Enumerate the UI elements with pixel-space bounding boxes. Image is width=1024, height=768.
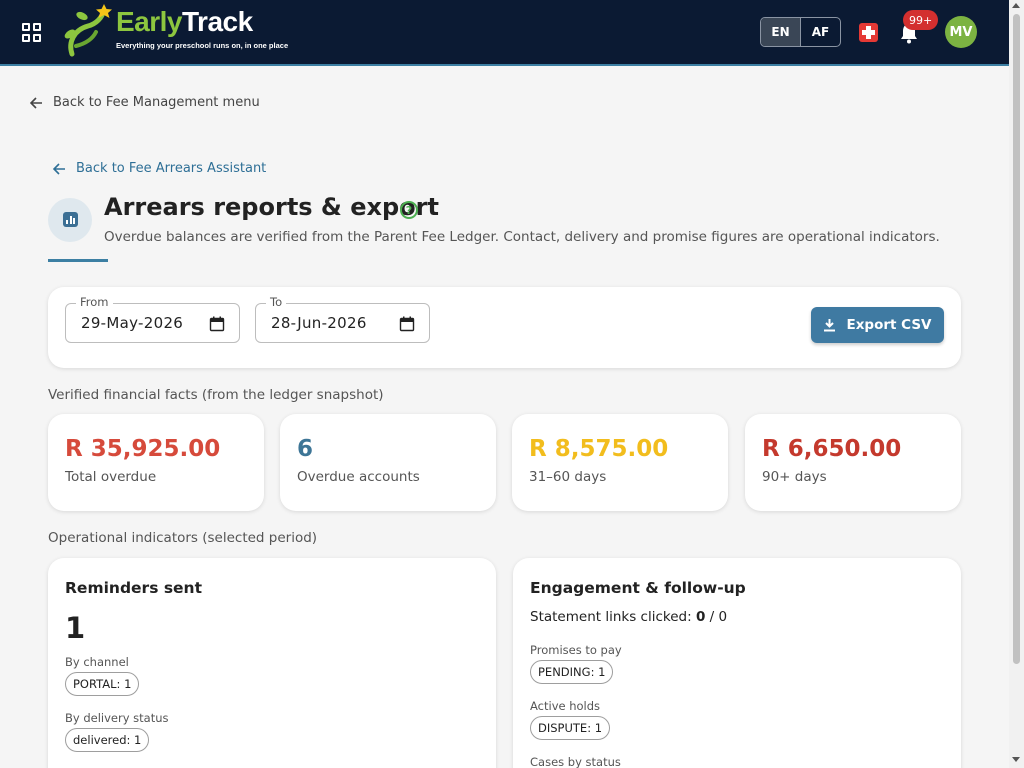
stat-label: 31–60 days: [529, 469, 607, 485]
arrow-left-icon: [53, 162, 65, 175]
logo-tagline: Everything your preschool runs on, in on…: [116, 41, 289, 50]
delivery-status-chip: delivered: 1: [65, 728, 150, 752]
stat-card-overdue-accounts: 6 Overdue accounts: [280, 414, 496, 511]
logo-word-track: Track: [182, 6, 253, 37]
from-date-field[interactable]: From 29-May-2026: [65, 295, 240, 343]
first-aid-icon[interactable]: [859, 23, 878, 42]
promises-label: Promises to pay: [530, 643, 622, 657]
logo-word-early: Early: [116, 6, 183, 37]
back-to-arrears-assistant-label: Back to Fee Arrears Assistant: [76, 161, 267, 176]
top-app-bar: EarlyTrack Everything your preschool run…: [0, 0, 1009, 66]
active-holds-label: Active holds: [530, 699, 601, 713]
stat-value: R 6,650.00: [762, 436, 902, 462]
operational-section-label: Operational indicators (selected period): [48, 530, 318, 546]
apps-grid-icon[interactable]: [22, 23, 41, 42]
page-title: Arrears reports & export: [104, 193, 439, 221]
calendar-icon[interactable]: [209, 316, 225, 332]
back-to-fee-management-link[interactable]: Back to Fee Management menu: [30, 95, 260, 110]
notification-count-badge: 99+: [903, 10, 939, 30]
export-csv-button[interactable]: Export CSV: [811, 307, 944, 343]
scroll-thumb[interactable]: [1013, 14, 1020, 664]
stat-label: 90+ days: [762, 469, 827, 485]
report-chart-icon: [48, 198, 92, 242]
from-date-label: From: [76, 295, 113, 309]
to-date-label: To: [266, 295, 287, 309]
export-csv-label: Export CSV: [846, 317, 932, 333]
promises-chip: PENDING: 1: [530, 660, 614, 684]
statement-links-line: Statement links clicked: 0 / 0: [530, 609, 727, 625]
cases-by-status-label: Cases by status: [530, 755, 621, 768]
statement-links-clicked: 0: [695, 609, 706, 625]
from-date-value: 29-May-2026: [81, 314, 184, 332]
reminders-panel: Reminders sent 1 By channel PORTAL: 1 By…: [48, 558, 496, 768]
statement-links-label: Statement links clicked:: [530, 609, 692, 625]
statement-links-total: 0: [718, 609, 728, 625]
stat-card-90-plus-days: R 6,650.00 90+ days: [745, 414, 961, 511]
stat-value: R 8,575.00: [529, 436, 669, 462]
download-icon: [824, 319, 836, 332]
to-date-field[interactable]: To 28-Jun-2026: [255, 295, 430, 343]
to-date-value: 28-Jun-2026: [271, 314, 367, 332]
help-icon[interactable]: ?: [400, 201, 418, 219]
stat-card-31-60-days: R 8,575.00 31–60 days: [512, 414, 728, 511]
statement-links-separator: /: [705, 609, 719, 625]
stat-value: R 35,925.00: [65, 436, 221, 462]
title-underline: [48, 259, 108, 262]
language-af-button[interactable]: AF: [801, 18, 840, 46]
language-en-button[interactable]: EN: [761, 18, 801, 46]
by-channel-label: By channel: [65, 655, 129, 669]
reminders-title: Reminders sent: [65, 579, 203, 597]
language-toggle: EN AF: [760, 17, 841, 47]
page-scrollbar[interactable]: [1009, 0, 1024, 768]
scroll-up-arrow-icon[interactable]: [1012, 3, 1020, 8]
by-delivery-status-label: By delivery status: [65, 711, 169, 725]
filter-card: From 29-May-2026 To 28-Jun-2026 Export C…: [48, 287, 961, 368]
page-subtitle: Overdue balances are verified from the P…: [104, 229, 940, 245]
active-holds-chip: DISPUTE: 1: [530, 716, 611, 740]
stat-value: 6: [297, 436, 314, 462]
logo-sprout-icon: [64, 4, 112, 57]
arrow-left-icon: [30, 96, 42, 109]
user-avatar[interactable]: MV: [945, 16, 977, 48]
early-track-logo[interactable]: EarlyTrack Everything your preschool run…: [62, 4, 288, 58]
back-to-arrears-assistant-link[interactable]: Back to Fee Arrears Assistant: [53, 161, 266, 176]
channel-chip: PORTAL: 1: [65, 672, 140, 696]
stat-label: Total overdue: [65, 469, 157, 485]
reminders-count: 1: [65, 611, 86, 645]
back-to-fee-management-label: Back to Fee Management menu: [53, 95, 260, 110]
stat-label: Overdue accounts: [297, 469, 420, 485]
scroll-down-arrow-icon[interactable]: [1012, 757, 1020, 762]
engagement-title: Engagement & follow-up: [530, 579, 746, 597]
financial-section-label: Verified financial facts (from the ledge…: [48, 387, 384, 403]
stat-card-total-overdue: R 35,925.00 Total overdue: [48, 414, 264, 511]
engagement-panel: Engagement & follow-up Statement links c…: [513, 558, 961, 768]
calendar-icon[interactable]: [399, 316, 415, 332]
